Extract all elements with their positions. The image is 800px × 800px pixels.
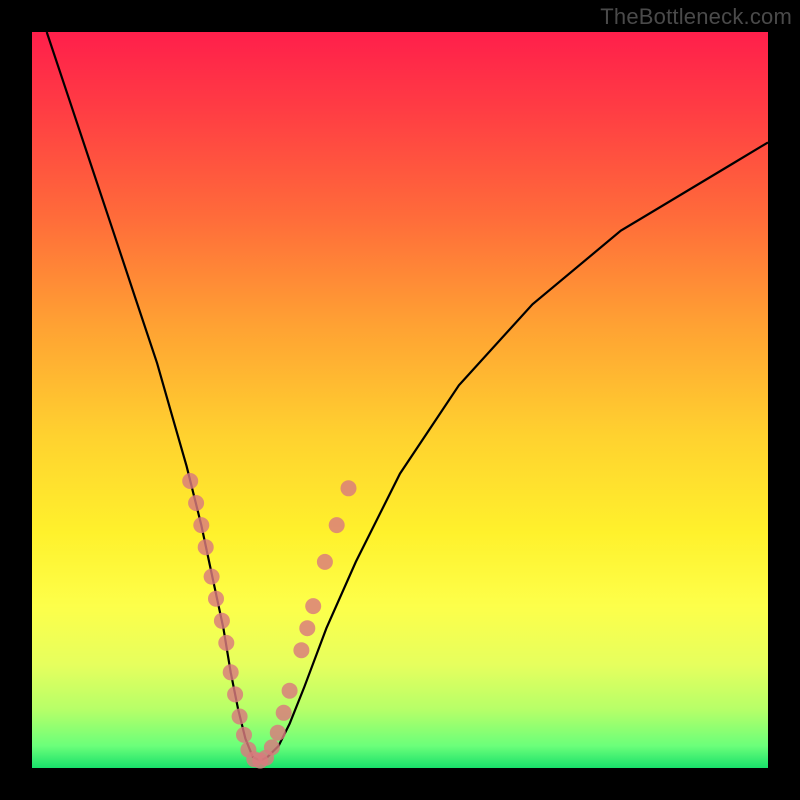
data-marker — [223, 664, 239, 680]
plot-area — [32, 32, 768, 768]
data-marker — [208, 591, 224, 607]
data-marker — [193, 517, 209, 533]
chart-svg — [32, 32, 768, 768]
data-marker — [341, 480, 357, 496]
data-marker — [276, 705, 292, 721]
data-marker — [188, 495, 204, 511]
data-marker — [264, 739, 280, 755]
data-marker — [270, 725, 286, 741]
watermark-text: TheBottleneck.com — [600, 4, 792, 30]
data-marker — [198, 539, 214, 555]
data-marker — [236, 727, 252, 743]
data-marker — [305, 598, 321, 614]
data-marker — [218, 635, 234, 651]
data-marker — [329, 517, 345, 533]
data-marker — [299, 620, 315, 636]
data-marker — [214, 613, 230, 629]
data-marker — [293, 642, 309, 658]
data-marker — [182, 473, 198, 489]
data-marker — [204, 569, 220, 585]
data-marker — [227, 686, 243, 702]
chart-container: TheBottleneck.com — [0, 0, 800, 800]
data-marker — [317, 554, 333, 570]
data-marker — [232, 709, 248, 725]
curve-line — [47, 32, 768, 761]
data-marker — [282, 683, 298, 699]
